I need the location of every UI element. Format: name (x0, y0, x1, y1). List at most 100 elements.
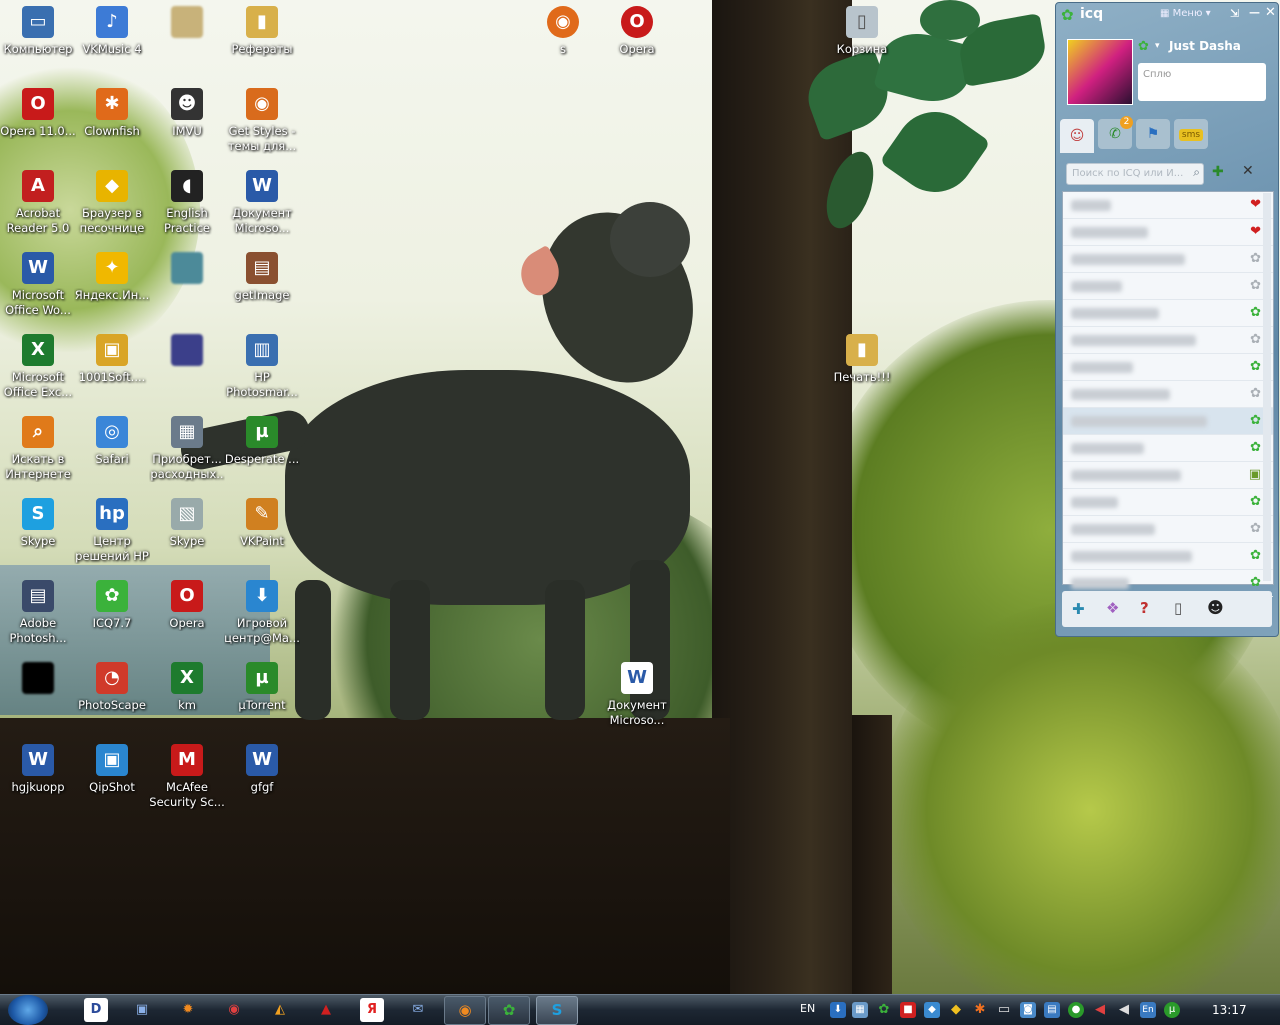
desktop-icon[interactable] (149, 334, 225, 370)
desktop-icon[interactable]: ▤ getImage (224, 252, 300, 303)
contact-row[interactable]: ✿ (1063, 381, 1273, 408)
avatar[interactable] (1067, 39, 1133, 105)
desktop-icon[interactable]: hp Центр решений HP (74, 498, 150, 564)
phone-icon[interactable]: ▯ (1174, 599, 1182, 617)
desktop-icon[interactable] (0, 662, 76, 698)
desktop-icon[interactable]: ☻ IMVU (149, 88, 225, 139)
desktop-icon[interactable]: O Opera 11.0... (0, 88, 76, 139)
desktop-icon[interactable]: ♪ VKMusic 4 (74, 6, 150, 57)
desktop-icon[interactable]: W Документ Microso... (224, 170, 300, 236)
volume-icon[interactable]: ◀ (1116, 1002, 1132, 1018)
desktop-icon[interactable]: M McAfee Security Sc... (149, 744, 225, 810)
desktop-icon-recycle-bin[interactable]: ▯ Корзина (824, 6, 900, 57)
desktop-icon[interactable] (149, 252, 225, 288)
desktop-icon[interactable]: ▥ HP Photosmar... (224, 334, 300, 400)
yandex-icon[interactable]: Я (360, 998, 384, 1022)
desktop-icon[interactable]: ✱ Clownfish (74, 88, 150, 139)
desktop-icon[interactable]: ✎ VKPaint (224, 498, 300, 549)
collapse-icon[interactable]: ⇲ (1230, 7, 1239, 20)
contact-row[interactable]: ✿ (1063, 516, 1273, 543)
save-disk-icon[interactable]: ▣ (130, 998, 154, 1022)
games-icon[interactable]: ✚ (1072, 600, 1085, 618)
help-icon[interactable]: ? (1140, 599, 1149, 617)
desktop-icon[interactable]: µ µTorrent (224, 662, 300, 713)
close-button[interactable]: ✕ (1265, 5, 1276, 20)
taskbar-icq-button[interactable]: ✿ (488, 996, 530, 1025)
language-indicator[interactable]: EN (800, 1002, 815, 1015)
desktop-icon[interactable]: ▣ QipShot (74, 744, 150, 795)
contact-row[interactable]: ✿ (1063, 273, 1273, 300)
settings-tools-icon[interactable]: ✕ (1242, 163, 1254, 179)
desktop-icon[interactable]: ▤ Adobe Photosh... (0, 580, 76, 646)
desktop-icon-firefox-s[interactable]: ◉ s (525, 6, 601, 57)
clownfish-tray-icon[interactable]: ✱ (972, 1002, 988, 1018)
desktop-icon[interactable]: ◉ Get Styles - темы для... (224, 88, 300, 154)
contact-list[interactable]: ❤ ❤ ✿ ✿ ✿ ✿ ✿ ✿ ✿ ✿ ▣ ✿ ✿ ✿ ✿ (1062, 191, 1274, 597)
aimp-icon[interactable]: ◭ (268, 998, 292, 1022)
desktop-icon-word-document[interactable]: W Документ Microso... (599, 662, 675, 728)
contact-row[interactable]: ✿ (1063, 300, 1273, 327)
tab-contacts[interactable]: ☺ (1060, 119, 1094, 153)
contact-row[interactable]: ❤ (1063, 219, 1273, 246)
tab-calls[interactable]: ✆ 2 (1098, 116, 1133, 149)
desktop-icon[interactable]: ▮ Рефераты (224, 6, 300, 57)
desktop-icon[interactable]: ▭ Компьютер (0, 6, 76, 57)
taskbar-firefox-button[interactable]: ◉ (444, 996, 486, 1025)
panda-icon[interactable]: ☻ (1207, 598, 1224, 617)
taskbar-skype-button[interactable]: S (536, 996, 578, 1025)
desktop-icon[interactable]: ✦ Яндекс.Ин... (74, 252, 150, 303)
desktop-icon[interactable]: ◎ Safari (74, 416, 150, 467)
desktop-icon[interactable]: Wgfgf (224, 744, 300, 795)
display-icon[interactable]: ▭ (996, 1002, 1012, 1018)
icq-titlebar[interactable]: ✿ icq ▦ Меню ▾ ⇲ — ✕ (1058, 5, 1276, 25)
contact-row[interactable]: ✿ (1063, 327, 1273, 354)
yellow-diamond-icon[interactable]: ◆ (948, 1002, 964, 1018)
d-app-icon[interactable]: D (84, 998, 108, 1022)
minimize-button[interactable]: — (1249, 6, 1260, 19)
green-circle-icon[interactable]: ● (1068, 1002, 1084, 1018)
status-online-icon[interactable]: ✿ (1138, 39, 1149, 54)
chat-icon[interactable]: ◆ (924, 1002, 940, 1018)
camera-icon[interactable]: ◙ (1020, 1002, 1036, 1018)
icq-window[interactable]: ✿ icq ▦ Меню ▾ ⇲ — ✕ ✿ ▾ Just Dasha Сплю… (1055, 2, 1279, 637)
desktop-icon[interactable]: ▦ Приобрет... расходных... (149, 416, 225, 482)
input-language-icon[interactable]: En (1140, 1002, 1156, 1018)
desktop-icon[interactable]: µ Desperate ... (224, 416, 300, 467)
desktop-icon[interactable]: ⬇ Игровой центр@Ма... (224, 580, 300, 646)
desktop-icon[interactable]: Whgjkuopp (0, 744, 76, 795)
network-icon[interactable]: ▦ (852, 1002, 868, 1018)
contact-row[interactable]: ✿ (1063, 489, 1273, 516)
desktop-icon[interactable]: A Acrobat Reader 5.0 (0, 170, 76, 236)
desktop-icon[interactable]: ⌕ Искать в Интернете (0, 416, 76, 482)
mail-icon[interactable]: ✉ (406, 998, 430, 1022)
speaker-red-icon[interactable]: ◀ (1092, 1002, 1108, 1018)
search-input[interactable]: Поиск по ICQ или И... ⌕ (1066, 163, 1204, 185)
keyboard-icon[interactable]: ▤ (1044, 1002, 1060, 1018)
clock[interactable]: 13:17 (1212, 1003, 1247, 1017)
download-icon[interactable]: ⬇ (830, 1002, 846, 1018)
tab-sms[interactable]: sms (1174, 119, 1208, 149)
tab-flags[interactable]: ⚑ (1136, 119, 1170, 149)
start-button[interactable] (8, 995, 48, 1025)
desktop-icon[interactable]: ◔ PhotoScape (74, 662, 150, 713)
desktop-icon[interactable]: W Microsoft Office Wo... (0, 252, 76, 318)
contact-row[interactable]: ✿ (1063, 543, 1273, 570)
list-scrollbar[interactable] (1263, 193, 1271, 581)
contact-row[interactable]: ✿ (1063, 246, 1273, 273)
status-message-field[interactable]: Сплю (1138, 63, 1266, 101)
desktop-icon[interactable]: Xkm (149, 662, 225, 713)
desktop-icon[interactable]: ▣ 1001Soft.... (74, 334, 150, 385)
add-contact-icon[interactable]: ✚ (1212, 164, 1224, 180)
desktop-icon-print-folder[interactable]: ▮ Печать!!! (824, 334, 900, 385)
icq-tray-icon[interactable]: ✿ (876, 1002, 892, 1018)
quicktime-icon[interactable]: ◉ (222, 998, 246, 1022)
desktop-icon[interactable]: ◖ English Practice (149, 170, 225, 236)
contact-row[interactable]: ✿ (1063, 408, 1273, 435)
desktop-icon[interactable]: S Skype (0, 498, 76, 549)
desktop-icon[interactable] (149, 6, 225, 42)
desktop-icon[interactable]: ▧ Skype (149, 498, 225, 549)
utorrent-tray-icon[interactable]: µ (1164, 1002, 1180, 1018)
user-name[interactable]: Just Dasha (1169, 39, 1241, 53)
status-dropdown-icon[interactable]: ▾ (1155, 41, 1160, 51)
desktop-icon[interactable]: O Opera (149, 580, 225, 631)
